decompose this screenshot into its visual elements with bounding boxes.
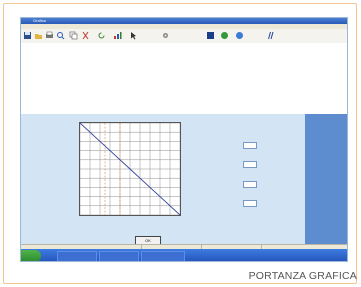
start-button[interactable] <box>21 250 41 261</box>
performance-chart <box>79 122 181 216</box>
logo-icon <box>265 31 274 40</box>
print-icon[interactable] <box>45 31 54 40</box>
screenshot-window: Grafica File Modifica Visualizza ? OK <box>20 17 348 262</box>
lower-panel <box>21 114 347 252</box>
open-icon[interactable] <box>34 31 43 40</box>
upper-panel <box>21 55 347 114</box>
figure-caption: PORTANZA GRAFICA <box>248 270 357 282</box>
input-field-3[interactable] <box>243 181 257 188</box>
copy-icon[interactable] <box>69 31 78 40</box>
toolbar <box>21 29 347 44</box>
refresh-icon[interactable] <box>97 31 106 40</box>
info-icon[interactable] <box>206 31 215 40</box>
gear-icon[interactable] <box>161 31 170 40</box>
taskbar-item[interactable] <box>99 251 139 261</box>
input-field-1[interactable] <box>243 142 257 149</box>
taskbar-item[interactable] <box>141 251 185 261</box>
cursor-icon[interactable] <box>129 31 138 40</box>
info-strip <box>21 43 347 55</box>
taskbar <box>21 249 347 261</box>
cut-icon[interactable] <box>81 31 90 40</box>
taskbar-item[interactable] <box>57 251 97 261</box>
chart-icon[interactable] <box>113 31 122 40</box>
help-icon[interactable] <box>220 31 229 40</box>
input-field-4[interactable] <box>243 200 257 207</box>
search-icon[interactable] <box>56 31 65 40</box>
input-field-2[interactable] <box>243 161 257 168</box>
save-icon[interactable] <box>23 31 32 40</box>
options-panel <box>305 114 347 252</box>
world-icon[interactable] <box>235 31 244 40</box>
